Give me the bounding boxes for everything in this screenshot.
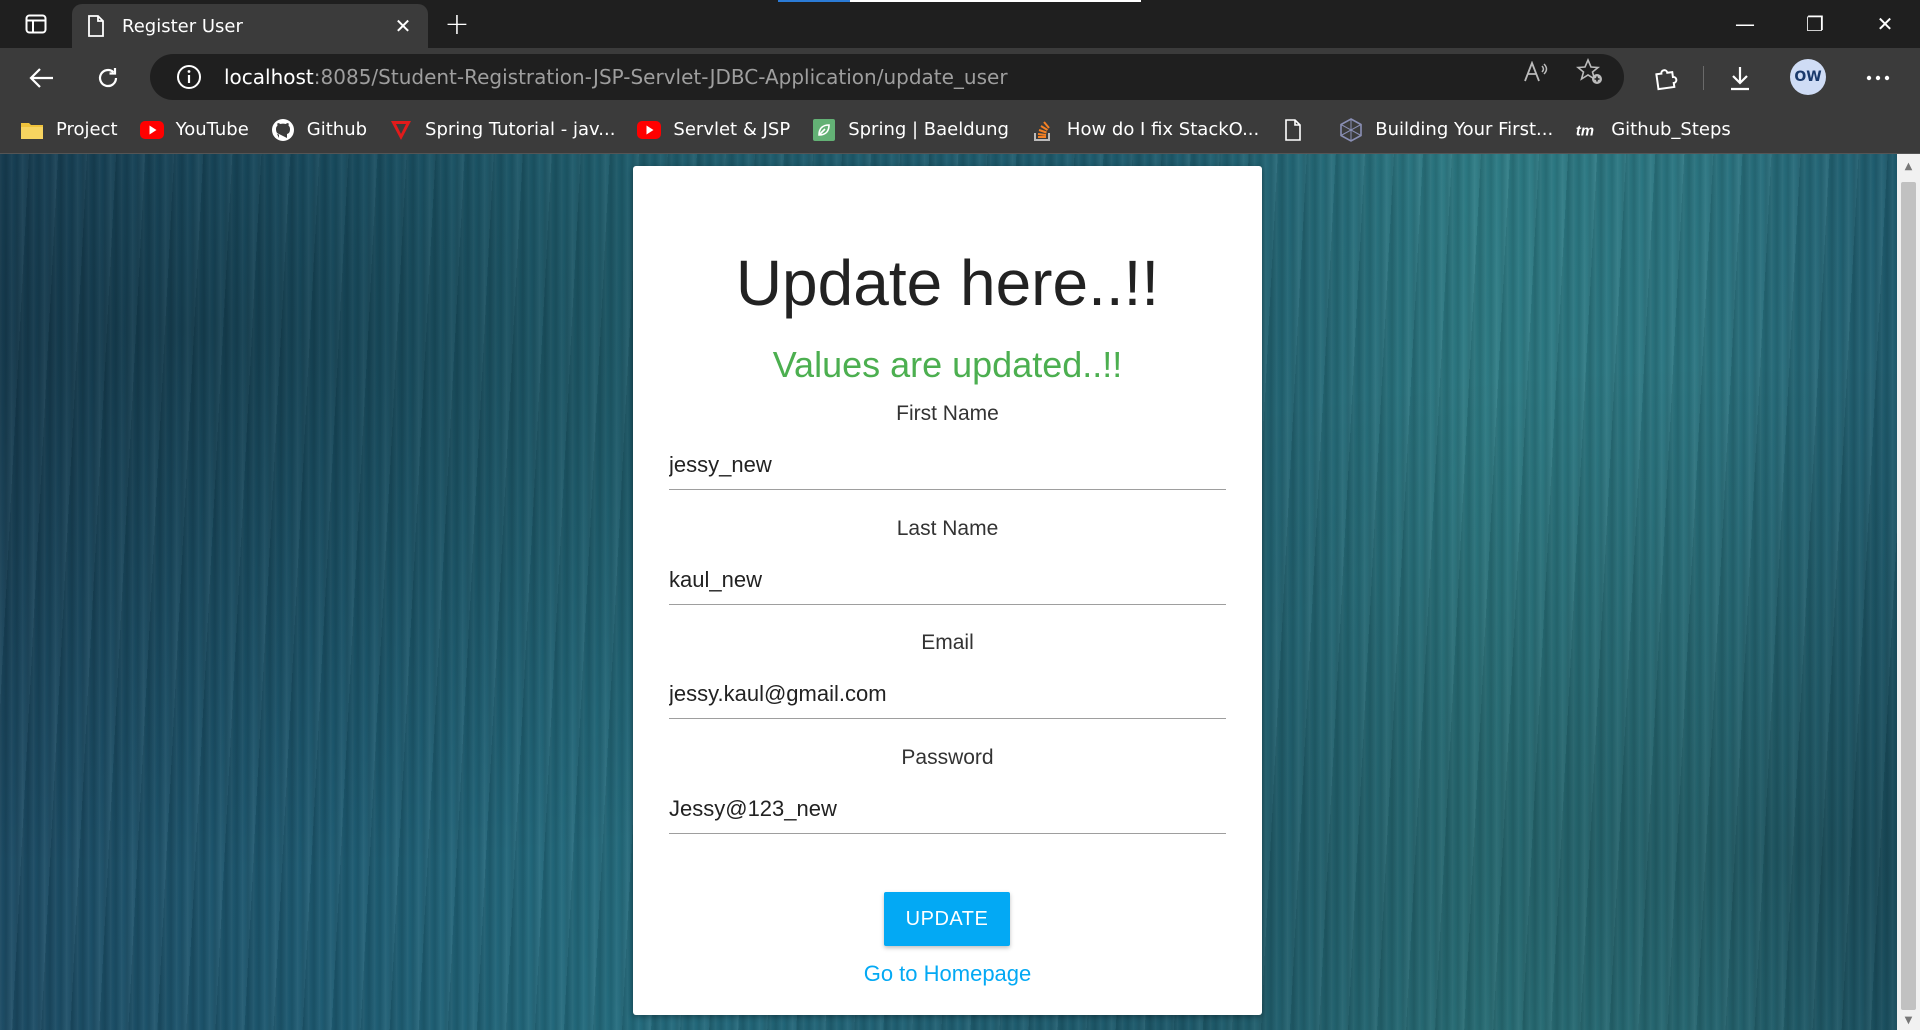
- youtube-icon: [139, 119, 164, 141]
- page-icon: [88, 15, 104, 37]
- extensions-icon[interactable]: [1646, 58, 1686, 98]
- bookmark-servlet-jsp[interactable]: Servlet & JSP: [637, 119, 790, 141]
- back-button[interactable]: [22, 58, 62, 98]
- bookmark-youtube[interactable]: YouTube: [139, 119, 249, 141]
- scroll-down-icon[interactable]: ▼: [1897, 1012, 1920, 1028]
- reload-icon: [98, 68, 118, 88]
- read-aloud-icon[interactable]: [1520, 56, 1552, 88]
- window-controls: — ❐ ✕: [1710, 0, 1920, 48]
- youtube-icon: [637, 119, 662, 141]
- tab-actions-button[interactable]: [14, 10, 58, 38]
- github-icon: [271, 118, 295, 141]
- bookmarks-bar: Project YouTube Github Spring Tutorial -…: [0, 106, 1920, 154]
- svg-text:tm: tm: [1576, 123, 1594, 139]
- update-button[interactable]: UPDATE: [884, 892, 1010, 946]
- tm-icon: tm: [1575, 119, 1599, 141]
- password-label: Password: [901, 746, 994, 769]
- last-name-group: Last Name: [669, 517, 1226, 605]
- first-name-label: First Name: [896, 402, 999, 425]
- bookmark-building-first[interactable]: Building Your First...: [1339, 117, 1553, 142]
- page-scrollbar[interactable]: ▲ ▼: [1897, 154, 1920, 1030]
- address-bar[interactable]: localhost:8085/Student-Registration-JSP-…: [150, 54, 1624, 100]
- tab-actions-icon: [25, 14, 47, 34]
- email-group: Email: [669, 631, 1226, 719]
- password-input[interactable]: [669, 784, 1226, 834]
- scroll-thumb[interactable]: [1901, 182, 1916, 1010]
- minimize-button[interactable]: —: [1710, 0, 1780, 48]
- homepage-link[interactable]: Go to Homepage: [633, 961, 1262, 987]
- last-name-input[interactable]: [669, 555, 1226, 605]
- close-icon[interactable]: ✕: [392, 14, 414, 38]
- update-form-card: Update here..!! Values are updated..!! F…: [633, 166, 1262, 1015]
- success-message: Values are updated..!!: [772, 344, 1123, 385]
- back-arrow-icon: [29, 68, 53, 88]
- spring-tutorial-icon: [389, 119, 413, 141]
- bookmark-page[interactable]: [1281, 118, 1317, 141]
- first-name-group: First Name: [669, 402, 1226, 490]
- reload-button[interactable]: [88, 58, 128, 98]
- window-close-button[interactable]: ✕: [1850, 0, 1920, 48]
- page-icon: [1281, 118, 1305, 141]
- bookmark-stackoverflow[interactable]: How do I fix StackO...: [1031, 119, 1259, 141]
- new-tab-button[interactable]: +: [440, 7, 474, 42]
- downloads-icon[interactable]: [1720, 58, 1760, 98]
- more-menu-icon[interactable]: [1858, 58, 1898, 98]
- browser-toolbar: localhost:8085/Student-Registration-JSP-…: [0, 48, 1920, 106]
- email-label: Email: [921, 631, 974, 654]
- email-input[interactable]: [669, 669, 1226, 719]
- bookmark-project[interactable]: Project: [20, 119, 118, 141]
- tab-register-user[interactable]: Register User ✕: [72, 4, 428, 48]
- bookmark-spring-tutorial[interactable]: Spring Tutorial - jav...: [389, 119, 615, 141]
- add-favorite-icon[interactable]: [1574, 56, 1606, 88]
- bookmark-baeldung[interactable]: Spring | Baeldung: [812, 118, 1009, 141]
- stackoverflow-icon: [1031, 119, 1055, 141]
- url-text[interactable]: localhost:8085/Student-Registration-JSP-…: [224, 65, 1008, 89]
- url-path: :8085/Student-Registration-JSP-Servlet-J…: [313, 65, 1008, 89]
- tab-strip: Register User ✕ + — ❐ ✕: [0, 0, 1920, 48]
- password-group: Password: [669, 746, 1226, 834]
- site-info-icon[interactable]: [174, 62, 204, 92]
- toolbar-separator: [1703, 66, 1704, 90]
- last-name-label: Last Name: [896, 517, 999, 540]
- first-name-input[interactable]: [669, 440, 1226, 490]
- restore-button[interactable]: ❐: [1780, 0, 1850, 48]
- hexagon-icon: [1339, 117, 1363, 142]
- url-host: localhost: [224, 65, 314, 89]
- page-viewport: Update here..!! Values are updated..!! F…: [0, 154, 1897, 1030]
- profile-avatar[interactable]: OW: [1790, 59, 1826, 95]
- loading-indicator: [778, 0, 1141, 2]
- scroll-up-icon[interactable]: ▲: [1897, 156, 1920, 176]
- tab-title: Register User: [122, 15, 243, 37]
- bookmark-github[interactable]: Github: [271, 118, 367, 141]
- form-title: Update here..!!: [735, 247, 1160, 319]
- bookmark-github-steps[interactable]: tm Github_Steps: [1575, 119, 1731, 141]
- baeldung-icon: [812, 118, 836, 141]
- folder-icon: [20, 119, 44, 141]
